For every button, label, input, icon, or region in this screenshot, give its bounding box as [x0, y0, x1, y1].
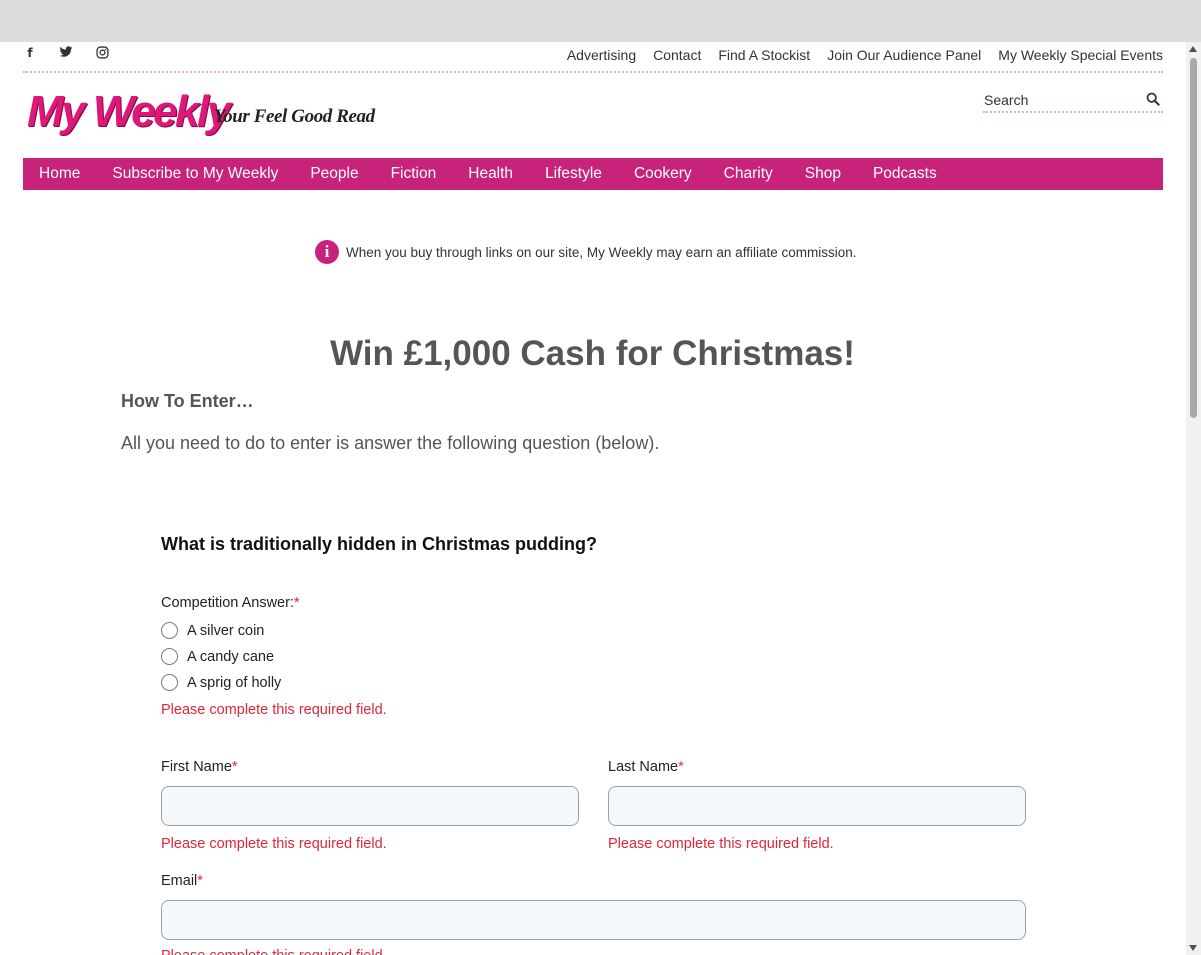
twitter-icon[interactable] — [59, 46, 73, 60]
last-name-label-text: Last Name — [608, 759, 679, 775]
answer-option-candy-cane[interactable]: A candy cane — [161, 648, 274, 665]
nav-health[interactable]: Health — [468, 165, 513, 183]
option-label[interactable]: A candy cane — [187, 649, 274, 665]
answer-error-message: Please complete this required field. — [161, 702, 387, 718]
email-field[interactable] — [161, 900, 1026, 940]
required-marker: * — [293, 595, 300, 611]
answer-option-silver-coin[interactable]: A silver coin — [161, 622, 264, 639]
option-label[interactable]: A sprig of holly — [187, 675, 281, 691]
answer-label: Competition Answer:* — [161, 595, 300, 611]
utility-links: Advertising Contact Find A Stockist Join… — [567, 47, 1163, 63]
last-name-field[interactable] — [608, 786, 1026, 826]
nav-home[interactable]: Home — [39, 165, 80, 183]
scroll-thumb[interactable] — [1190, 58, 1197, 418]
page-title: Win £1,000 Cash for Christmas! — [330, 334, 855, 373]
email-label: Email* — [161, 873, 203, 889]
site-logo[interactable]: My Weekly — [27, 88, 231, 136]
instagram-icon[interactable] — [95, 46, 109, 60]
search-field[interactable]: Search — [983, 88, 1163, 113]
main-navigation: Home Subscribe to My Weekly People Ficti… — [23, 158, 1163, 190]
option-label[interactable]: A silver coin — [187, 623, 264, 639]
top-utility-bar: f Advertising Contact Find A Stockist Jo… — [23, 42, 1163, 73]
search-input[interactable]: Search — [984, 92, 1028, 108]
email-error-message: Please complete this required field. — [161, 948, 387, 955]
intro-paragraph: All you need to do to enter is answer th… — [121, 433, 660, 453]
nav-shop[interactable]: Shop — [805, 165, 841, 183]
nav-people[interactable]: People — [310, 165, 358, 183]
page-scrollbar[interactable] — [1186, 42, 1201, 955]
search-icon[interactable] — [1146, 92, 1160, 106]
link-find-a-stockist[interactable]: Find A Stockist — [718, 47, 810, 63]
nav-cookery[interactable]: Cookery — [634, 165, 692, 183]
nav-charity[interactable]: Charity — [724, 165, 773, 183]
nav-fiction[interactable]: Fiction — [391, 165, 437, 183]
last-name-error-message: Please complete this required field. — [608, 836, 834, 852]
first-name-field[interactable] — [161, 786, 579, 826]
required-marker: * — [197, 873, 203, 889]
email-label-text: Email — [161, 873, 198, 889]
first-name-label-text: First Name — [161, 759, 232, 775]
required-marker: * — [231, 759, 238, 775]
first-name-error-message: Please complete this required field. — [161, 836, 387, 852]
social-links: f — [23, 46, 109, 60]
scroll-up-arrow-icon[interactable] — [1189, 46, 1197, 52]
site-tagline: Your Feel Good Read — [214, 106, 375, 127]
browser-chrome — [0, 0, 1201, 42]
nav-podcasts[interactable]: Podcasts — [873, 165, 937, 183]
answer-label-text: Competition Answer: — [161, 595, 294, 611]
radio-button[interactable] — [161, 674, 178, 691]
link-join-audience-panel[interactable]: Join Our Audience Panel — [827, 47, 981, 63]
facebook-icon[interactable]: f — [23, 46, 37, 60]
competition-question: What is traditionally hidden in Christma… — [161, 534, 598, 554]
answer-option-sprig-of-holly[interactable]: A sprig of holly — [161, 674, 281, 691]
nav-subscribe[interactable]: Subscribe to My Weekly — [112, 165, 278, 183]
link-advertising[interactable]: Advertising — [567, 47, 636, 63]
nav-lifestyle[interactable]: Lifestyle — [545, 165, 602, 183]
info-icon: i — [315, 240, 339, 264]
link-contact[interactable]: Contact — [653, 47, 701, 63]
first-name-label: First Name* — [161, 759, 238, 775]
section-heading: How To Enter… — [121, 391, 254, 411]
required-marker: * — [678, 759, 684, 775]
radio-button[interactable] — [161, 648, 178, 665]
scroll-down-arrow-icon[interactable] — [1189, 945, 1197, 951]
affiliate-notice-text: When you buy through links on our site, … — [346, 244, 857, 260]
affiliate-notice: i When you buy through links on our site… — [315, 240, 856, 264]
last-name-label: Last Name* — [608, 759, 684, 775]
link-special-events[interactable]: My Weekly Special Events — [998, 47, 1163, 63]
radio-button[interactable] — [161, 622, 178, 639]
